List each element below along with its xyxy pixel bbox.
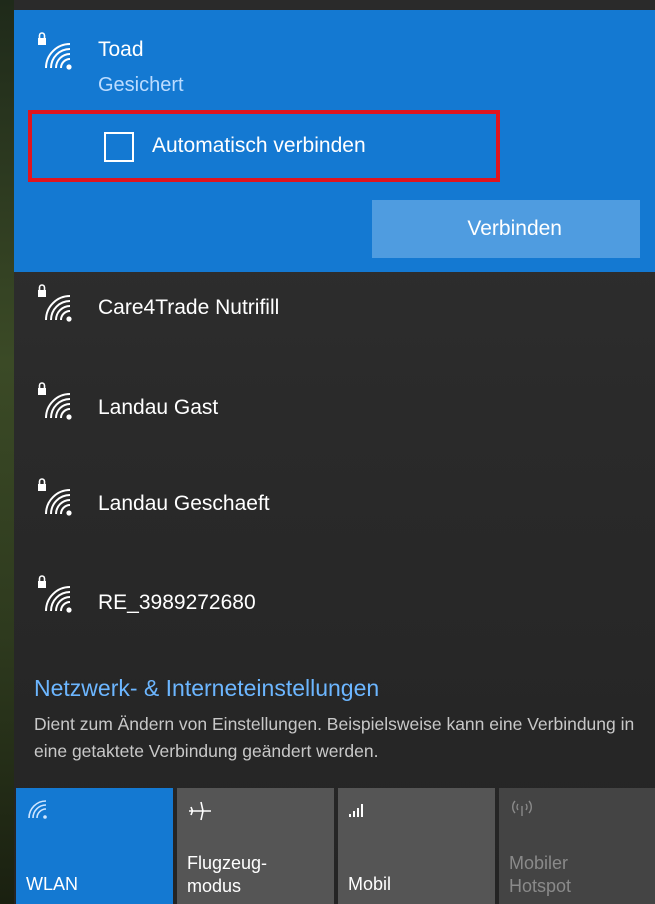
cellular-signal-icon [349,804,363,817]
connect-button-label: Verbinden [467,217,562,240]
secured-wifi-icon [38,478,72,516]
quick-action-label: Mobil [348,874,392,894]
network-name: Landau Gast [98,396,219,419]
selected-network-name: Toad [98,38,144,61]
network-item[interactable]: Landau Gast [14,370,655,466]
secured-wifi-icon [38,32,72,70]
quick-action-mobile-hotspot: Mobiler Hotspot [499,788,655,904]
auto-connect-label[interactable]: Automatisch verbinden [152,134,366,158]
wifi-flyout-panel: Toad Gesichert Automatisch verbinden Ver… [14,10,655,904]
network-name: Care4Trade Nutrifill [98,296,280,319]
airplane-icon [189,801,211,821]
network-settings-description: Dient zum Ändern von Einstellungen. Beis… [34,714,635,761]
quick-action-label: Flugzeug- modus [187,853,268,896]
quick-action-airplane-mode[interactable]: Flugzeug- modus [177,788,334,904]
selected-network-card[interactable]: Toad Gesichert Automatisch verbinden Ver… [14,10,655,272]
secured-wifi-icon [38,575,72,613]
network-name: RE_3989272680 [98,591,256,614]
network-item[interactable]: Care4Trade Nutrifill [14,272,655,368]
network-name: Landau Geschaeft [98,492,270,515]
secured-wifi-icon [38,382,72,420]
quick-action-label: Mobiler Hotspot [509,853,572,896]
secured-wifi-icon [38,284,72,322]
top-strip [0,0,655,10]
auto-connect-checkbox[interactable] [104,132,134,162]
wifi-icon [28,800,47,819]
quick-action-wlan[interactable]: WLAN [16,788,173,904]
quick-action-label: WLAN [26,874,79,894]
network-settings-link[interactable]: Netzwerk- & Interneteinstellungen [34,675,379,702]
connect-button[interactable]: Verbinden [372,200,640,258]
auto-connect-highlight: Automatisch verbinden [28,110,500,182]
selected-network-status: Gesichert [98,74,184,96]
mobile-hotspot-icon [512,800,532,816]
desktop-background-edge [0,0,14,904]
network-item[interactable]: Landau Geschaeft [14,466,655,562]
quick-action-mobile[interactable]: Mobil [338,788,495,904]
network-item[interactable]: RE_3989272680 [14,563,655,659]
